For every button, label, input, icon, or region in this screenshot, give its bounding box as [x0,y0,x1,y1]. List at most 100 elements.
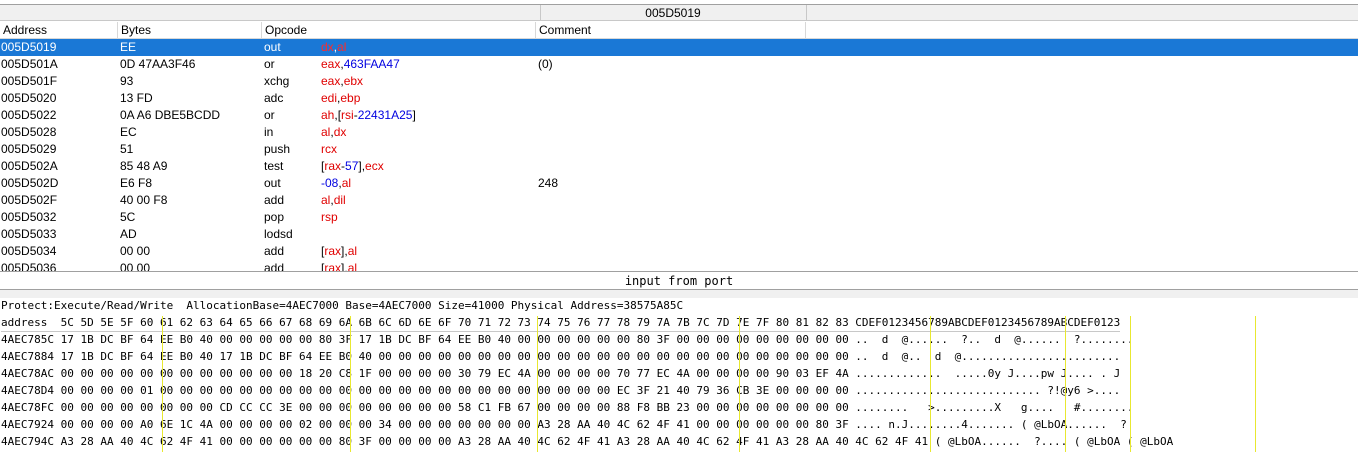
disasm-row[interactable]: 005D502A 85 48 A9 test [rax-57],ecx [0,158,1358,175]
register-token: dil [333,193,346,207]
row-bytes: 5C [120,210,136,224]
row-bytes: 0A A6 DBE5BCDD [120,108,221,122]
row-mnemonic: or [264,108,275,122]
disasm-row[interactable]: 005D5028 EC in al,dx [0,124,1358,141]
dump-line[interactable]: 4AEC7884 17 1B DC BF 64 EE B0 40 17 1B D… [1,349,1120,365]
register-token: edi [321,91,338,105]
column-header-comment[interactable]: Comment [536,22,806,38]
row-address: 005D5032 [1,210,57,224]
column-guide-line [350,316,351,452]
row-mnemonic: out [264,176,281,190]
immediate-token: 22431A25 [357,108,413,122]
disasm-row[interactable]: 005D5032 5C pop rsp [0,209,1358,226]
register-token: al [347,261,358,271]
row-comment: 248 [538,176,559,190]
register-token: al [321,125,331,139]
disasm-row[interactable]: 005D5034 00 00 add [rax],al [0,243,1358,260]
dump-line[interactable]: 4AEC78FC 00 00 00 00 00 00 00 00 CD CC C… [1,400,1133,416]
row-bytes: 93 [120,74,134,88]
row-mnemonic: test [264,159,284,173]
register-token: al [337,40,347,54]
row-mnemonic: push [264,142,291,156]
row-bytes: 40 00 F8 [120,193,168,207]
row-mnemonic: add [264,193,285,207]
row-address: 005D502A [1,159,58,173]
register-token: rsp [321,210,338,224]
row-operands: -08,al [321,175,351,192]
register-token: eax [321,74,341,88]
punctuation-token: ], [341,244,348,258]
register-token: eax [321,57,341,71]
register-token: ebx [343,74,364,88]
row-mnemonic: adc [264,91,284,105]
column-guide-line [1065,316,1066,452]
dump-line[interactable]: 4AEC794C A3 28 AA 40 4C 62 4F 41 00 00 0… [1,434,1173,450]
row-comment: (0) [538,57,553,71]
row-address: 005D502F [1,193,58,207]
register-token: al [341,176,352,190]
row-mnemonic: pop [264,210,285,224]
memory-region-info: Protect:Execute/Read/Write AllocationBas… [1,299,684,312]
disasm-row[interactable]: 005D5029 51 push rcx [0,141,1358,158]
register-token: dx [321,40,334,54]
disasm-title-bar: 005D5019 [0,4,1358,21]
row-mnemonic: out [264,40,281,54]
row-bytes: EC [120,125,137,139]
row-operands: eax,ebx [321,73,363,90]
disasm-listing[interactable]: 005D5019 EE out dx,al 005D501A 0D 47AA3F46 or e… [0,39,1358,271]
row-bytes: 00 00 [120,261,151,271]
register-token: al [347,244,358,258]
memory-dump-pane[interactable]: Protect:Execute/Read/Write AllocationBas… [0,298,1358,452]
punctuation-token: ] [412,108,416,122]
column-guide-line [930,316,931,452]
disasm-row[interactable]: 005D502D E6 F8 out -08,al 248 [0,175,1358,192]
row-address: 005D5028 [1,125,57,139]
instruction-hint: input from port [0,271,1358,290]
row-mnemonic: lodsd [264,227,293,241]
row-bytes: 85 48 A9 [120,159,168,173]
immediate-token: 57 [345,159,359,173]
register-token: ebp [340,91,361,105]
row-address: 005D502D [1,176,59,190]
dump-line[interactable]: 4AEC78D4 00 00 00 00 01 00 00 00 00 00 0… [1,383,1120,399]
register-token: ecx [365,159,384,173]
dump-line[interactable]: 4AEC78AC 00 00 00 00 00 00 00 00 00 00 0… [1,366,1120,382]
pane-divider[interactable] [0,290,1358,298]
column-header-bytes[interactable]: Bytes [118,22,262,38]
row-address: 005D5020 [1,91,57,105]
row-operands: [rax],al [321,243,357,260]
disasm-row[interactable]: 005D5019 EE out dx,al [0,39,1358,56]
dump-line[interactable]: 4AEC7924 00 00 00 00 A0 6E 1C 4A 00 00 0… [1,417,1127,433]
row-bytes: E6 F8 [120,176,153,190]
column-header-opcode[interactable]: Opcode [262,22,536,38]
row-address: 005D501F [1,74,58,88]
row-bytes: 00 00 [120,244,151,258]
disasm-row[interactable]: 005D5036 00 00 add [rax],al [0,260,1358,271]
disasm-row[interactable]: 005D502F 40 00 F8 add al,dil [0,192,1358,209]
column-guide-line [1130,316,1131,452]
row-mnemonic: xchg [264,74,290,88]
register-token: al [321,193,331,207]
disasm-row[interactable]: 005D5022 0A A6 DBE5BCDD or ah,[rsi-22431A25… [0,107,1358,124]
disasm-row[interactable]: 005D501A 0D 47AA3F46 or eax,463FAA47 (0) [0,56,1358,73]
row-address: 005D5034 [1,244,57,258]
register-token: dx [333,125,347,139]
row-address: 005D5019 [1,40,57,54]
row-mnemonic: add [264,261,285,271]
column-guide-line [739,316,740,452]
column-guide-line [537,316,538,452]
disasm-row[interactable]: 005D5033 AD lodsd [0,226,1358,243]
row-bytes: EE [120,40,137,54]
row-address: 005D501A [1,57,58,71]
row-bytes: AD [120,227,137,241]
disasm-row[interactable]: 005D501F 93 xchg eax,ebx [0,73,1358,90]
row-mnemonic: or [264,57,275,71]
dump-line[interactable]: 4AEC785C 17 1B DC BF 64 EE B0 40 00 00 0… [1,332,1133,348]
row-mnemonic: add [264,244,285,258]
column-header-address[interactable]: Address [0,22,118,38]
disasm-row[interactable]: 005D5020 13 FD adc edi,ebp [0,90,1358,107]
row-operands: [rax-57],ecx [321,158,384,175]
register-token: rcx [321,142,337,156]
row-address: 005D5022 [1,108,57,122]
row-operands: eax,463FAA47 [321,56,400,73]
